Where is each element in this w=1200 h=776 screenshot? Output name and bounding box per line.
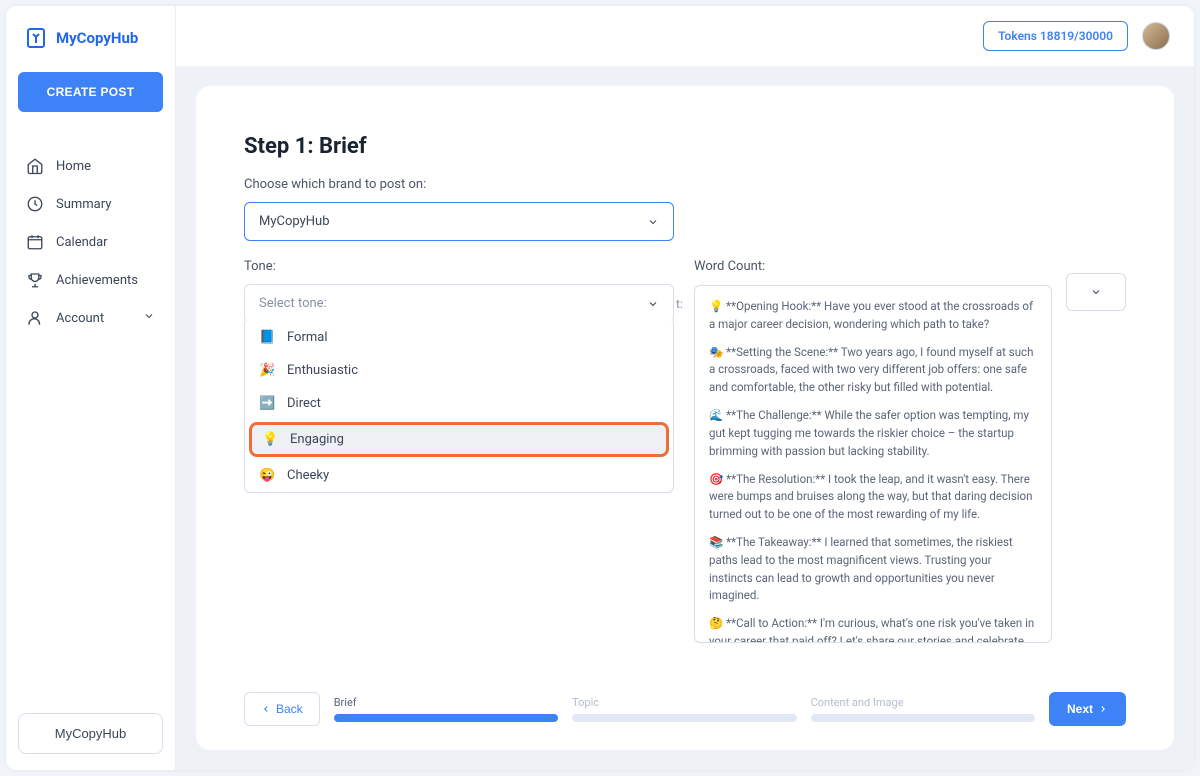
chevron-down-icon — [647, 298, 659, 310]
tone-option-formal[interactable]: 📘 Formal — [245, 321, 673, 354]
sidebar-footer-button[interactable]: MyCopyHub — [18, 713, 163, 754]
sidebar-item-label: Achievements — [56, 273, 138, 288]
tone-select[interactable]: Select tone: — [244, 284, 674, 323]
brand-name: MyCopyHub — [56, 29, 138, 47]
progress-bar — [334, 714, 558, 722]
sidebar-item-achievements[interactable]: Achievements — [18, 261, 163, 299]
nav-list: Home Summary Calendar Achievements — [18, 147, 163, 337]
sidebar-item-calendar[interactable]: Calendar — [18, 223, 163, 261]
summary-icon — [26, 195, 44, 213]
tone-column: Tone: Select tone: t: 📘 Formal — [244, 259, 674, 323]
word-count-select[interactable] — [1066, 273, 1126, 311]
brand-field-label: Choose which brand to post on: — [244, 177, 1126, 192]
tone-emoji: 💡 — [262, 432, 278, 447]
tone-option-engaging[interactable]: 💡 Engaging — [249, 422, 669, 457]
tokens-badge[interactable]: Tokens 18819/30000 — [983, 21, 1128, 51]
back-button-label: Back — [276, 702, 303, 716]
sidebar-item-home[interactable]: Home — [18, 147, 163, 185]
tone-option-enthusiastic[interactable]: 🎉 Enthusiastic — [245, 354, 673, 387]
step-title: Step 1: Brief — [244, 134, 1126, 159]
sidebar-item-account[interactable]: Account — [18, 299, 163, 337]
brand-logo-row[interactable]: MyCopyHub — [18, 26, 163, 50]
home-icon — [26, 157, 44, 175]
tone-option-label: Formal — [287, 330, 328, 345]
content-paragraph: 🎯 **The Resolution:** I took the leap, a… — [709, 471, 1037, 524]
sidebar-item-label: Calendar — [56, 235, 108, 250]
sidebar-item-label: Home — [56, 159, 91, 174]
topbar: Tokens 18819/30000 — [176, 6, 1194, 66]
chevron-right-icon — [1098, 704, 1108, 714]
progress-step-label: Topic — [572, 696, 796, 709]
progress-bar — [811, 714, 1035, 722]
sidebar-item-label: Account — [56, 311, 104, 326]
brand-logo-icon — [24, 26, 48, 50]
truncated-label: t: — [676, 297, 683, 311]
tone-emoji: ➡️ — [259, 396, 275, 411]
tone-label: Tone: — [244, 259, 674, 274]
progress-step-topic: Topic — [572, 696, 796, 722]
tone-emoji: 🎉 — [259, 363, 275, 378]
tone-option-cheeky[interactable]: 😜 Cheeky — [245, 459, 673, 492]
brand-select[interactable]: MyCopyHub — [244, 202, 674, 241]
chevron-down-icon — [143, 310, 155, 326]
chevron-left-icon — [261, 704, 271, 714]
trophy-icon — [26, 271, 44, 289]
tone-emoji: 😜 — [259, 468, 275, 483]
progress-step-brief: Brief — [334, 696, 558, 722]
create-post-button[interactable]: CREATE POST — [18, 72, 163, 112]
sidebar-item-label: Summary — [56, 197, 111, 212]
next-button-label: Next — [1067, 702, 1093, 716]
back-button[interactable]: Back — [244, 692, 320, 726]
content-paragraph: 🤔 **Call to Action:** I'm curious, what'… — [709, 615, 1037, 643]
user-icon — [26, 309, 44, 327]
word-count-column: Word Count: 💡 **Opening Hook:** Have you… — [694, 259, 1126, 323]
content-paragraph: 💡 **Opening Hook:** Have you ever stood … — [709, 298, 1037, 334]
tone-option-direct[interactable]: ➡️ Direct — [245, 387, 673, 420]
chevron-down-icon — [1090, 286, 1102, 298]
progress-step-content: Content and Image — [811, 696, 1035, 722]
sidebar-item-summary[interactable]: Summary — [18, 185, 163, 223]
calendar-icon — [26, 233, 44, 251]
avatar[interactable] — [1142, 22, 1170, 50]
tone-option-label: Direct — [287, 396, 321, 411]
next-button[interactable]: Next — [1049, 692, 1126, 726]
progress-bar — [572, 714, 796, 722]
chevron-down-icon — [647, 216, 659, 228]
progress-steps: Brief Topic Content and Image — [334, 696, 1035, 722]
brand-select-value: MyCopyHub — [259, 214, 330, 229]
content-preview-panel: 💡 **Opening Hook:** Have you ever stood … — [694, 285, 1052, 643]
progress-step-label: Content and Image — [811, 696, 1035, 709]
word-count-label: Word Count: — [694, 259, 1126, 274]
content-paragraph: 🎭 **Setting the Scene:** Two years ago, … — [709, 344, 1037, 397]
sidebar: MyCopyHub CREATE POST Home Summary Cal — [6, 6, 176, 770]
main-area: Tokens 18819/30000 Step 1: Brief Choose … — [176, 6, 1194, 770]
tone-option-label: Enthusiastic — [287, 363, 358, 378]
tone-dropdown: 📘 Formal 🎉 Enthusiastic ➡️ Direct 💡 — [244, 321, 674, 493]
content-paragraph: 📚 **The Takeaway:** I learned that somet… — [709, 534, 1037, 605]
tone-option-label: Engaging — [290, 432, 344, 447]
brief-card: Step 1: Brief Choose which brand to post… — [196, 86, 1174, 750]
card-footer: Back Brief Topic Content and Image — [244, 672, 1126, 726]
tone-emoji: 📘 — [259, 330, 275, 345]
progress-step-label: Brief — [334, 696, 558, 709]
tone-select-placeholder: Select tone: — [259, 296, 327, 311]
content-paragraph: 🌊 **The Challenge:** While the safer opt… — [709, 407, 1037, 460]
tone-option-label: Cheeky — [287, 468, 329, 483]
